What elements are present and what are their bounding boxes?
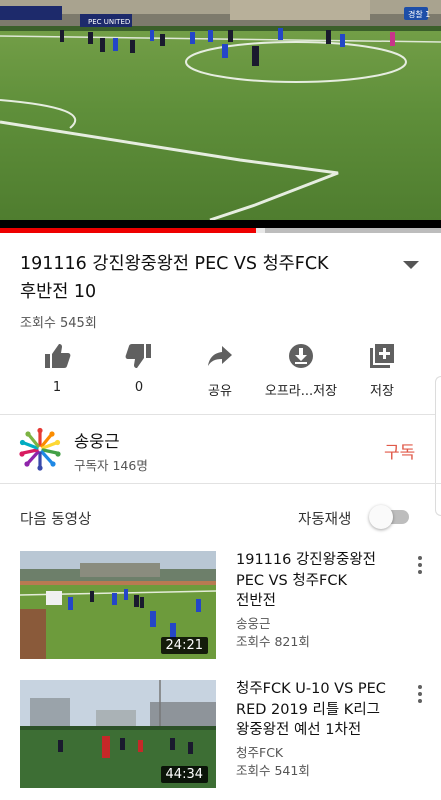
buffer-fill [256,228,265,233]
dislike-count: 0 [134,380,144,395]
up-next-label: 다음 동영상 [20,512,92,528]
channel-avatar[interactable] [18,427,62,471]
title-line: 왕중왕전 예선 1차전 [236,722,362,738]
action-bar: 1 0 공유 오프라...저장 저장 [0,342,441,404]
recommended-video-title[interactable]: 청주FCK U-10 VS PEC RED 2019 리틀 K리그 왕중왕전 예… [236,679,408,741]
subscribe-button[interactable]: 구독 [384,438,415,463]
expand-description-icon[interactable] [401,258,421,272]
video-title: 191116 강진왕중왕전 PEC VS 청주FCK 후반전 10 [20,250,380,306]
video-frame: PEC UNITED 경찰 1 [0,0,441,220]
toggle-knob [369,505,393,529]
thumbs-down-icon [125,344,151,368]
share-button[interactable]: 공유 [180,342,260,404]
video-player[interactable]: PEC UNITED 경찰 1 [0,0,441,233]
title-line: 청주FCK U-10 VS PEC [236,681,386,697]
share-arrow-icon [208,346,232,366]
title-line: 191116 강진왕중왕전 [236,552,377,568]
recommended-channel: 청주FCK [236,745,284,760]
autoplay-label: 자동재생 [298,512,352,528]
channel-name[interactable]: 송웅근 [74,428,120,452]
divider [0,483,441,484]
thumbs-up-icon [45,344,71,368]
view-count: 조회수 545회 [20,316,97,331]
progress-bar[interactable] [0,228,441,233]
svg-text:경찰 1: 경찰 1 [408,9,430,19]
more-options-icon[interactable] [413,684,427,704]
offline-save-button[interactable]: 오프라...저장 [261,342,341,404]
title-line: RED 2019 리틀 K리그 [236,701,380,718]
offline-save-label: 오프라...저장 [264,384,338,399]
video-duration: 44:34 [160,766,208,783]
video-thumbnail[interactable]: 44:34 [20,680,216,788]
more-options-icon[interactable] [413,555,427,575]
divider [0,414,441,415]
save-button[interactable]: 저장 [342,342,422,404]
recommended-views: 조회수 541회 [236,763,310,778]
scoreboard-team: PEC UNITED [88,18,130,26]
dislike-button[interactable]: 0 [99,342,179,404]
video-duration: 24:21 [160,637,208,654]
like-button[interactable]: 1 [17,342,97,404]
progress-fill [0,228,256,233]
share-label: 공유 [208,384,232,399]
like-count: 1 [52,380,62,395]
title-line: 전반전 [236,593,277,609]
recommended-video[interactable]: 24:21 191116 강진왕중왕전 PEC VS 청주FCK 전반전 송웅근… [0,551,441,661]
edge-panel-handle[interactable] [435,376,441,516]
subscriber-count: 구독자 146명 [74,458,148,473]
video-thumbnail[interactable]: 24:21 [20,551,216,659]
add-to-playlist-icon [370,344,394,368]
video-title-line-2: 후반전 10 [20,282,97,302]
save-label: 저장 [370,384,394,399]
autoplay-toggle[interactable] [369,505,409,529]
title-line: PEC VS 청주FCK [236,572,348,589]
recommended-channel: 송웅근 [236,616,271,631]
recommended-views: 조회수 821회 [236,634,310,649]
download-icon [289,344,313,368]
recommended-video[interactable]: 44:34 청주FCK U-10 VS PEC RED 2019 리틀 K리그 … [0,680,441,790]
recommended-video-title[interactable]: 191116 강진왕중왕전 PEC VS 청주FCK 전반전 [236,550,408,612]
video-title-line-1: 191116 강진왕중왕전 PEC VS 청주FCK [20,254,329,274]
